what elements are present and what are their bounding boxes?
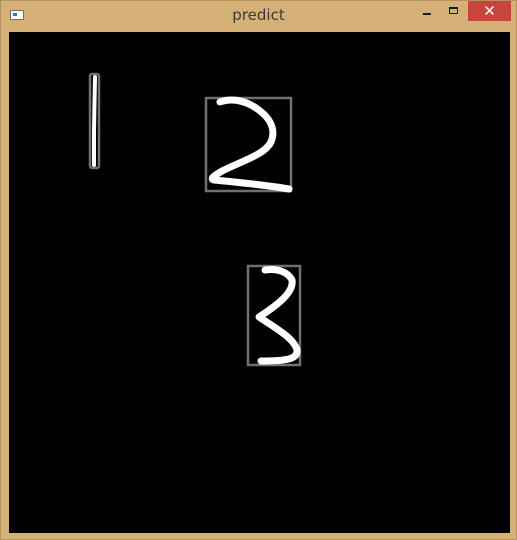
maximize-icon <box>449 7 458 14</box>
canvas-drawing <box>88 72 302 367</box>
minimize-button[interactable] <box>414 1 440 21</box>
title-bar[interactable]: predict ✕ <box>1 1 516 31</box>
handwritten-stroke-2 <box>208 96 293 193</box>
close-icon: ✕ <box>483 2 496 20</box>
drawing-canvas[interactable] <box>9 32 510 533</box>
close-button[interactable]: ✕ <box>468 1 511 21</box>
handwritten-stroke-3 <box>255 266 301 365</box>
minimize-icon <box>423 13 431 15</box>
maximize-button[interactable] <box>441 1 467 21</box>
handwritten-stroke-1 <box>92 75 97 167</box>
predict-window: predict ✕ <box>0 0 517 540</box>
